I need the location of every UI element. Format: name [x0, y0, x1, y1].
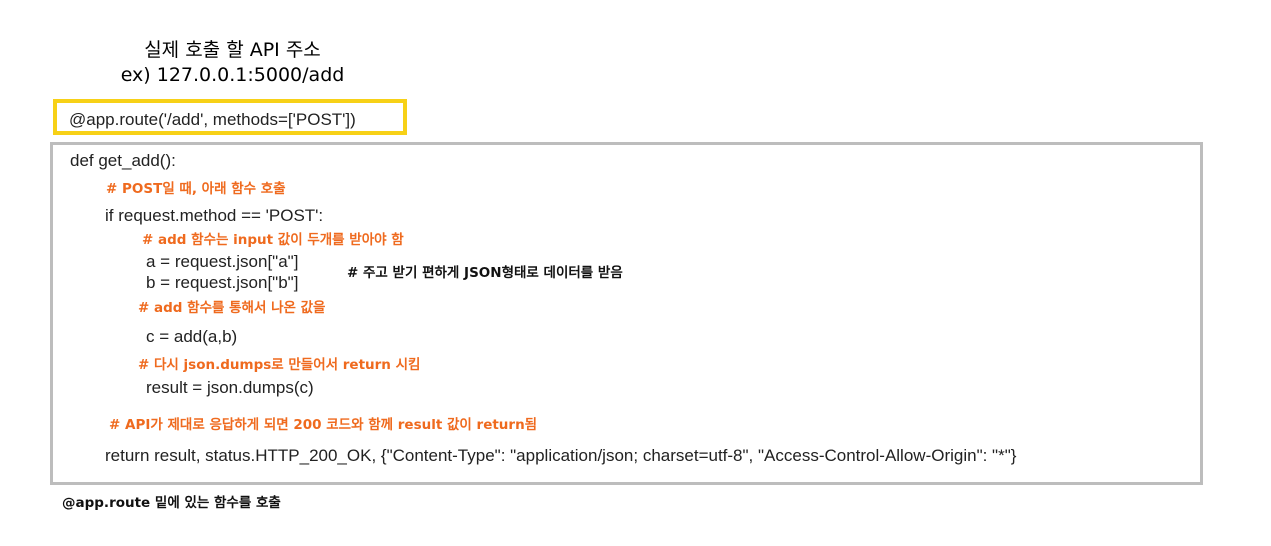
- api-address-title: 실제 호출 할 API 주소 ex) 127.0.0.1:5000/add: [90, 38, 375, 88]
- route-decorator-box: @app.route('/add', methods=['POST']): [53, 99, 407, 135]
- code-return-line: return result, status.HTTP_200_OK, {"Con…: [105, 446, 1017, 465]
- comment-add-input: # add 함수는 input 값이 두개를 받아야 함: [142, 232, 404, 248]
- comment-add-result: # add 함수를 통해서 나온 값을: [138, 300, 326, 316]
- code-def-line: def get_add():: [70, 151, 176, 170]
- title-line-2: ex) 127.0.0.1:5000/add: [120, 64, 345, 86]
- code-if-line: if request.method == 'POST':: [105, 206, 324, 225]
- code-result-line: result = json.dumps(c): [146, 378, 314, 397]
- footer-note: @app.route 밑에 있는 함수를 호출: [62, 495, 281, 511]
- title-line-1: 실제 호출 할 API 주소: [144, 39, 321, 61]
- code-block: def get_add(): # POST일 때, 아래 함수 호출 if re…: [50, 142, 1203, 485]
- comment-return: # API가 제대로 응답하게 되면 200 코드와 함께 result 값이 …: [109, 417, 538, 433]
- route-decorator-text: @app.route('/add', methods=['POST']): [69, 110, 356, 129]
- comment-post: # POST일 때, 아래 함수 호출: [106, 181, 286, 197]
- comment-json-format: # 주고 받기 편하게 JSON형태로 데이터를 받음: [347, 265, 623, 281]
- code-a-line: a = request.json["a"]: [146, 252, 299, 271]
- code-b-line: b = request.json["b"]: [146, 273, 299, 292]
- code-c-line: c = add(a,b): [146, 327, 238, 346]
- comment-dumps: # 다시 json.dumps로 만들어서 return 시킴: [138, 357, 421, 373]
